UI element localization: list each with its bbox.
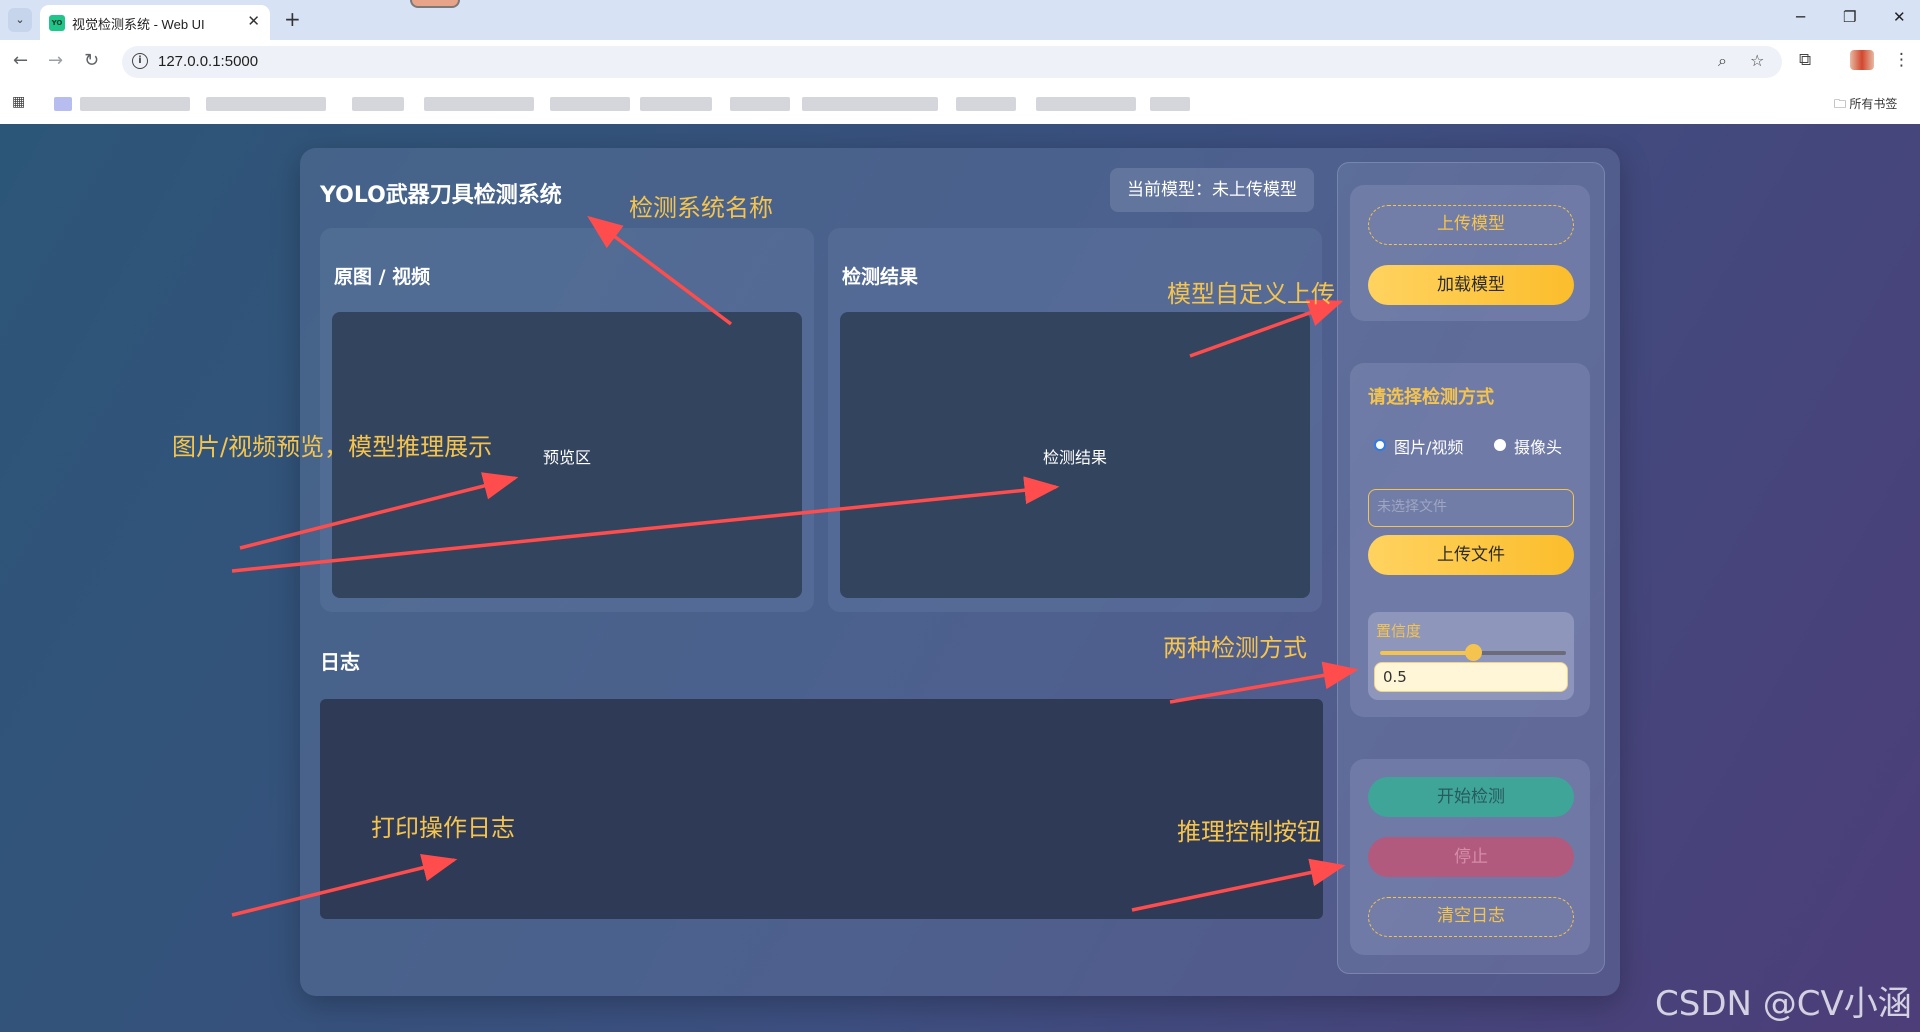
bookmark-item[interactable] bbox=[1150, 97, 1190, 111]
arrow-result bbox=[231, 476, 1060, 573]
profile-avatar[interactable] bbox=[1850, 50, 1874, 70]
address-bar[interactable]: i 127.0.0.1:5000 ⌕ ☆ bbox=[122, 46, 1782, 78]
bookmark-item[interactable] bbox=[730, 97, 790, 111]
arrow-log bbox=[231, 853, 458, 917]
reload-icon[interactable]: ↻ bbox=[84, 50, 99, 71]
annotation-controls: 推理控制按钮 bbox=[1177, 818, 1321, 846]
restore-icon[interactable]: ❐ bbox=[1843, 8, 1856, 26]
arrow-preview bbox=[239, 472, 519, 550]
window-close-icon[interactable]: ✕ bbox=[1893, 8, 1906, 26]
browser-tab[interactable]: YO 视觉检测系统 - Web UI ✕ bbox=[40, 5, 270, 40]
apps-grid-icon[interactable]: ▦ bbox=[12, 94, 25, 110]
annotation-arrows bbox=[231, 215, 1359, 917]
bookmark-item[interactable] bbox=[206, 97, 326, 111]
tab-strip-indicator bbox=[410, 0, 460, 8]
annotation-model-upload: 模型自定义上传 bbox=[1167, 280, 1335, 308]
url-text[interactable]: 127.0.0.1:5000 bbox=[158, 53, 258, 70]
browser-toolbar: ← → ↻ i 127.0.0.1:5000 ⌕ ☆ ⧉ ⋮ ▦ 🗀 所有书签 bbox=[0, 40, 1920, 124]
bookmark-item[interactable] bbox=[80, 97, 190, 111]
site-info-icon[interactable]: i bbox=[132, 53, 148, 69]
tab-close-icon[interactable]: ✕ bbox=[247, 12, 260, 30]
arrow-controls bbox=[1131, 858, 1346, 912]
bookmark-item[interactable] bbox=[640, 97, 712, 111]
extensions-puzzle-icon[interactable]: ⧉ bbox=[1799, 50, 1811, 70]
annotation-modes: 两种检测方式 bbox=[1163, 634, 1307, 662]
annotation-system-name: 检测系统名称 bbox=[629, 194, 773, 222]
annotation-preview: 图片/视频预览，模型推理展示 bbox=[172, 433, 493, 461]
bookmark-star-icon[interactable]: ☆ bbox=[1750, 51, 1764, 70]
folder-icon: 🗀 bbox=[1834, 97, 1847, 111]
arrow-system-name bbox=[587, 215, 733, 326]
bookmark-item[interactable] bbox=[424, 97, 534, 111]
back-arrow-icon[interactable]: ← bbox=[13, 50, 28, 71]
arrow-modes bbox=[1169, 661, 1359, 704]
all-bookmarks-folder[interactable]: 🗀 所有书签 bbox=[1834, 95, 1897, 116]
bookmark-item[interactable] bbox=[956, 97, 1016, 111]
bookmark-item[interactable] bbox=[352, 97, 404, 111]
all-bookmarks-label: 所有书签 bbox=[1849, 97, 1898, 111]
bookmark-item[interactable] bbox=[54, 97, 72, 111]
bookmarks-bar: ▦ 🗀 所有书签 bbox=[0, 84, 1920, 124]
bookmark-item[interactable] bbox=[550, 97, 630, 111]
new-tab-plus-icon[interactable]: + bbox=[284, 7, 301, 31]
csdn-watermark: CSDN @CV小涵 bbox=[1655, 984, 1912, 1024]
menu-kebab-icon[interactable]: ⋮ bbox=[1893, 50, 1910, 70]
bookmark-item[interactable] bbox=[1036, 97, 1136, 111]
forward-arrow-icon[interactable]: → bbox=[48, 50, 63, 71]
annotation-log: 打印操作日志 bbox=[371, 814, 515, 842]
browser-tab-bar: ⌄ YO 视觉检测系统 - Web UI ✕ + ─ ❐ ✕ bbox=[0, 0, 1920, 40]
bookmark-item[interactable] bbox=[802, 97, 938, 111]
page-viewport: YOLO武器刀具检测系统 当前模型：未上传模型 原图 / 视频 预览区 检测结果… bbox=[0, 124, 1920, 1032]
minimize-icon[interactable]: ─ bbox=[1796, 8, 1805, 26]
tab-title: 视觉检测系统 - Web UI bbox=[72, 17, 205, 32]
arrow-model-upload bbox=[1189, 299, 1344, 358]
tab-favicon-icon: YO bbox=[49, 15, 65, 31]
tab-search-chevron-icon[interactable]: ⌄ bbox=[8, 8, 32, 32]
zoom-icon[interactable]: ⌕ bbox=[1718, 51, 1727, 71]
